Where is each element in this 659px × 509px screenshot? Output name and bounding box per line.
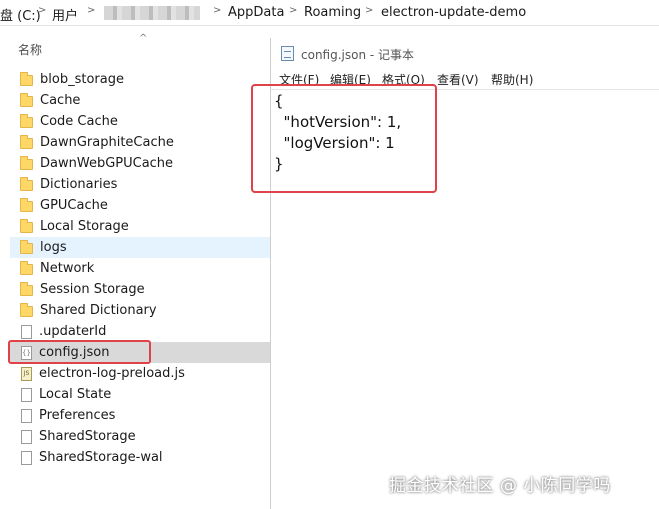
file-name: DawnGraphiteCache: [40, 135, 174, 150]
menu-view[interactable]: 查看(V): [437, 71, 479, 88]
breadcrumb-users[interactable]: 用户: [52, 5, 78, 24]
notepad-titlebar[interactable]: config.json - 记事本: [271, 38, 659, 69]
notepad-icon: [281, 46, 294, 61]
sort-arrow-icon[interactable]: ^: [139, 33, 147, 44]
file-name: SharedStorage-wal: [39, 450, 163, 465]
file-name: Local State: [39, 387, 112, 402]
file-name: SharedStorage: [39, 429, 136, 444]
breadcrumb-separator[interactable]: >: [213, 5, 221, 16]
folder-icon: [20, 303, 33, 317]
file-icon: [21, 429, 32, 444]
folder-icon: [20, 219, 33, 233]
list-item-folder-hovered[interactable]: logs: [10, 237, 272, 258]
watermark: 掘金技术社区 @ 小陈同学吗: [389, 476, 611, 496]
annotation-box-code: [251, 84, 437, 193]
list-item-folder[interactable]: Code Cache: [10, 111, 272, 132]
window-title: config.json - 记事本: [301, 48, 415, 62]
file-name: GPUCache: [40, 198, 108, 213]
list-item-folder[interactable]: DawnWebGPUCache: [10, 153, 272, 174]
list-item-file[interactable]: Local State: [10, 384, 272, 405]
annotation-box-config-file: [8, 340, 151, 364]
list-item-file[interactable]: Preferences: [10, 405, 272, 426]
list-item-folder[interactable]: GPUCache: [10, 195, 272, 216]
breadcrumb-drive[interactable]: 盘 (C:): [0, 5, 41, 24]
list-item-folder[interactable]: Dictionaries: [10, 174, 272, 195]
folder-icon: [20, 93, 33, 107]
list-item-folder[interactable]: Shared Dictionary: [10, 300, 272, 321]
breadcrumb-current-folder[interactable]: electron-update-demo: [381, 5, 526, 20]
breadcrumb-separator[interactable]: >: [289, 5, 297, 16]
folder-icon: [20, 198, 33, 212]
folder-icon: [20, 240, 33, 254]
file-icon: [21, 387, 32, 402]
file-icon: [21, 324, 32, 339]
file-name: .updaterId: [39, 324, 107, 339]
list-item-file[interactable]: JS electron-log-preload.js: [10, 363, 272, 384]
list-item-folder[interactable]: Network: [10, 258, 272, 279]
column-header-name[interactable]: 名称: [18, 41, 42, 58]
file-name: Local Storage: [40, 219, 129, 234]
list-item-folder[interactable]: DawnGraphiteCache: [10, 132, 272, 153]
list-item-folder[interactable]: Cache: [10, 90, 272, 111]
js-file-icon: JS: [21, 366, 32, 381]
file-name: Session Storage: [40, 282, 145, 297]
file-name: Dictionaries: [40, 177, 118, 192]
folder-icon: [20, 114, 33, 128]
file-name: Shared Dictionary: [40, 303, 157, 318]
list-item-folder[interactable]: Local Storage: [10, 216, 272, 237]
folder-icon: [20, 282, 33, 296]
list-item-folder[interactable]: blob_storage: [10, 69, 272, 90]
file-name: logs: [40, 240, 67, 255]
file-name: Network: [40, 261, 95, 276]
folder-icon: [20, 156, 33, 170]
file-name: Code Cache: [40, 114, 118, 129]
address-bar[interactable]: 盘 (C:) > 用户 > > AppData > Roaming > elec…: [0, 0, 659, 26]
file-name: blob_storage: [40, 72, 124, 87]
file-name: Preferences: [39, 408, 116, 423]
list-item-file[interactable]: .updaterId: [10, 321, 272, 342]
redacted-username: [104, 6, 200, 20]
menu-help[interactable]: 帮助(H): [491, 71, 533, 88]
breadcrumb-roaming[interactable]: Roaming: [304, 5, 361, 20]
folder-icon: [20, 261, 33, 275]
folder-icon: [20, 72, 33, 86]
list-item-folder[interactable]: Session Storage: [10, 279, 272, 300]
breadcrumb-separator[interactable]: >: [87, 5, 95, 16]
file-name: electron-log-preload.js: [39, 366, 185, 381]
file-list-pane: ^ 名称 blob_storage Cache Code Cache DawnG…: [0, 27, 272, 509]
list-item-file[interactable]: SharedStorage: [10, 426, 272, 447]
list-item-file[interactable]: SharedStorage-wal: [10, 447, 272, 468]
file-icon: [21, 450, 32, 465]
file-name: DawnWebGPUCache: [40, 156, 174, 171]
breadcrumb-separator[interactable]: >: [38, 5, 46, 16]
file-name: Cache: [40, 93, 81, 108]
breadcrumb-appdata[interactable]: AppData: [228, 5, 284, 20]
folder-icon: [20, 135, 33, 149]
folder-icon: [20, 177, 33, 191]
file-icon: [21, 408, 32, 423]
breadcrumb-separator[interactable]: >: [365, 5, 373, 16]
